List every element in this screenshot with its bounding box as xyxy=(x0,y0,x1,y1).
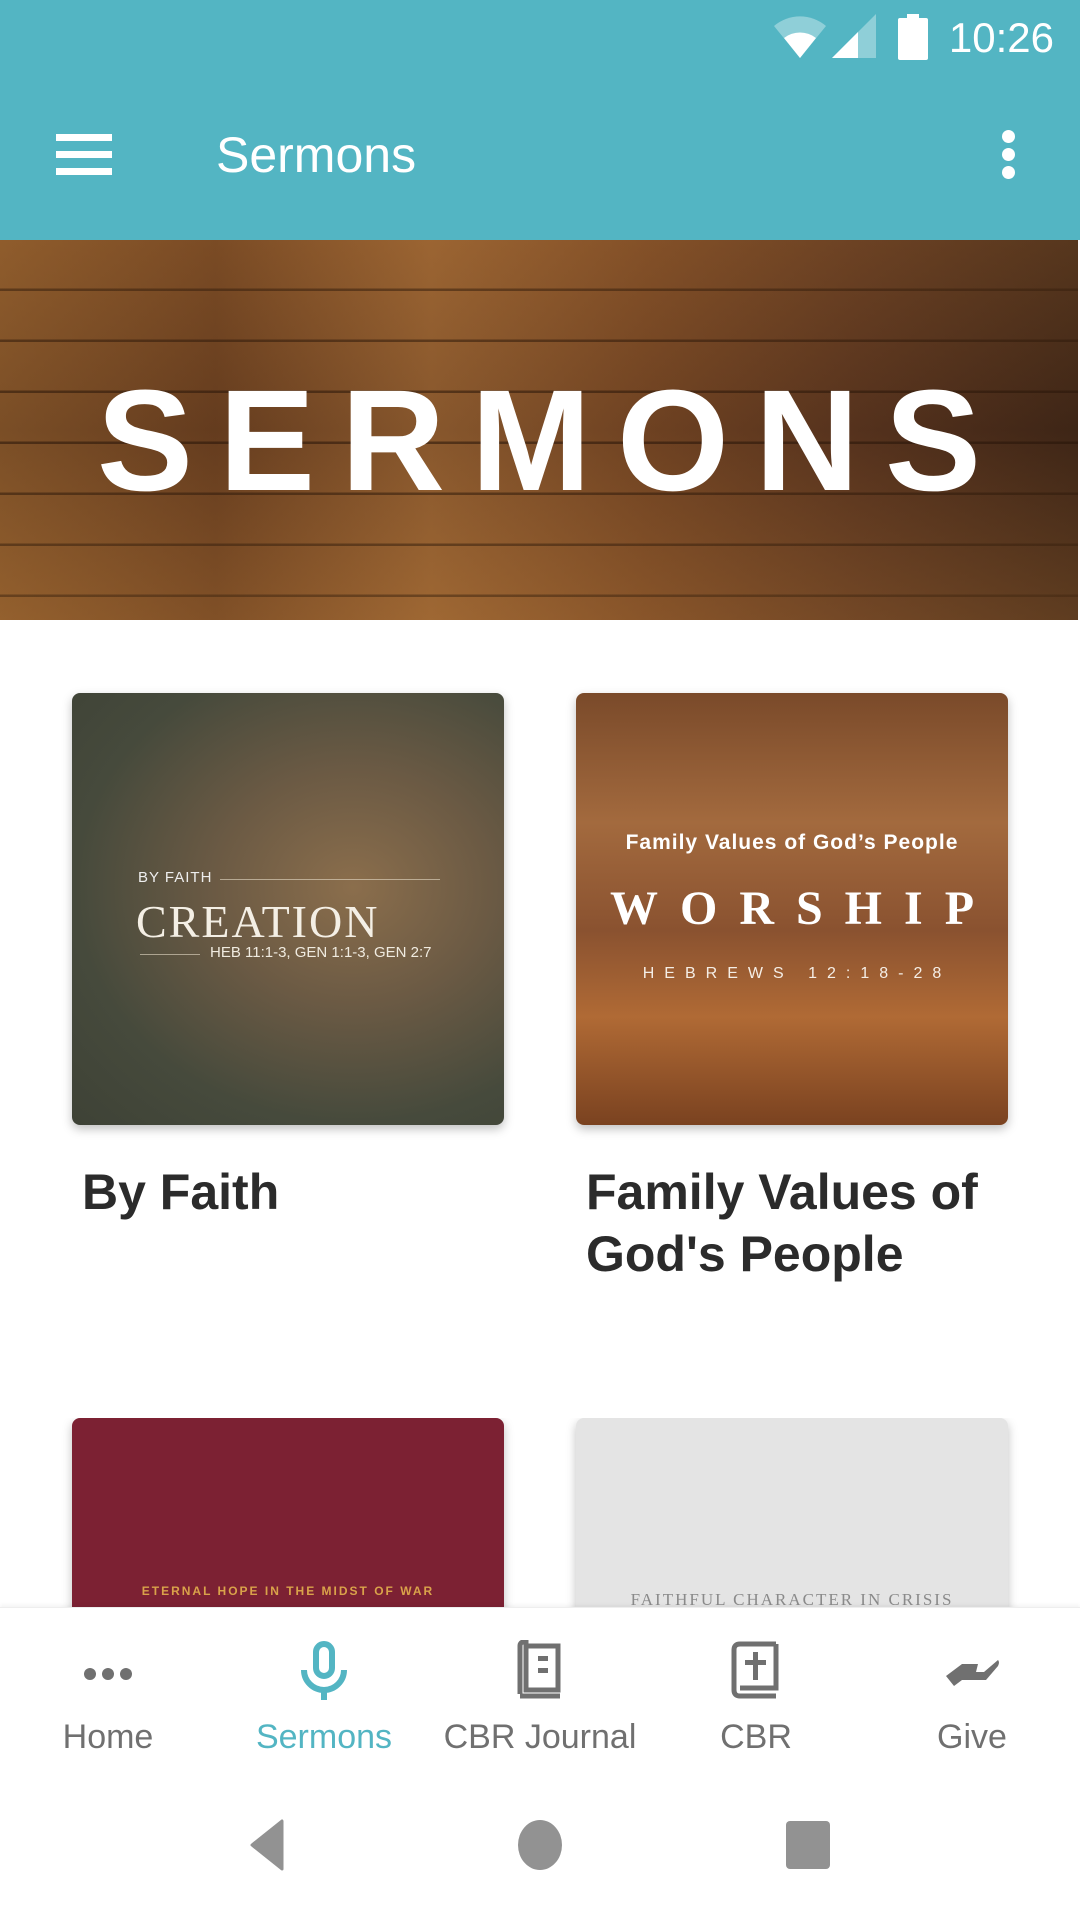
nav-item-cbr-journal[interactable]: CBR Journal xyxy=(432,1608,648,1771)
battery-icon xyxy=(898,14,928,60)
artwork-headline: WORSHIP xyxy=(609,882,997,935)
sermons-banner: SERMONS xyxy=(0,240,1078,620)
series-card-eternal-hope[interactable]: ETERNAL HOPE IN THE MIDST OF WAR xyxy=(72,1418,504,1607)
page-title: Sermons xyxy=(216,127,417,183)
series-artwork: BY FAITH CREATION HEB 11:1-3, GEN 1:1-3,… xyxy=(72,693,504,1125)
artwork-kicker: BY FAITH xyxy=(138,869,213,886)
clock: 10:26 xyxy=(948,14,1054,61)
bottom-navigation: Home Sermons CBR Journal CBR Give xyxy=(0,1607,1080,1771)
nav-label: Home xyxy=(62,1718,154,1756)
nav-item-give[interactable]: Give xyxy=(864,1608,1080,1771)
recents-icon[interactable] xyxy=(778,1815,838,1875)
series-title: By Faith xyxy=(82,1164,280,1220)
artwork-subtitle: ETERNAL HOPE IN THE MIDST OF WAR xyxy=(141,1584,435,1598)
microphone-icon xyxy=(301,1641,347,1700)
back-icon[interactable] xyxy=(238,1815,298,1875)
artwork-reference: HEB 11:1-3, GEN 1:1-3, GEN 2:7 xyxy=(210,944,432,961)
nav-item-cbr[interactable]: CBR xyxy=(648,1608,864,1771)
more-horiz-icon xyxy=(84,1668,132,1680)
series-artwork: ETERNAL HOPE IN THE MIDST OF WAR xyxy=(72,1418,504,1607)
nav-label: CBR xyxy=(720,1718,792,1756)
series-title: Family Values of God's People xyxy=(586,1164,978,1282)
artwork-kicker: Family Values of God’s People xyxy=(625,831,959,854)
nav-item-home[interactable]: Home xyxy=(0,1608,216,1771)
nav-label: CBR Journal xyxy=(443,1718,637,1756)
giving-hand-icon xyxy=(946,1660,999,1686)
app-bar: 10:26 Sermons xyxy=(0,0,1080,240)
series-card-family-values[interactable]: Family Values of God’s People WORSHIP HE… xyxy=(576,693,1008,1285)
series-artwork: FAITHFUL CHARACTER IN CRISIS xyxy=(576,1418,1008,1607)
banner-text: SERMONS xyxy=(96,360,1008,521)
artwork-subtitle: FAITHFUL CHARACTER IN CRISIS xyxy=(630,1590,954,1607)
series-row-2: ETERNAL HOPE IN THE MIDST OF WAR FAITHFU… xyxy=(0,1418,1080,1607)
series-card-by-faith[interactable]: BY FAITH CREATION HEB 11:1-3, GEN 1:1-3,… xyxy=(72,693,504,1223)
home-icon[interactable] xyxy=(510,1815,570,1875)
divider xyxy=(140,954,200,955)
journal-icon xyxy=(517,1640,561,1699)
system-navigation-bar xyxy=(0,1770,1080,1920)
signal-icon xyxy=(832,14,876,58)
status-bar: 10:26 xyxy=(0,0,1080,80)
nav-item-sermons[interactable]: Sermons xyxy=(216,1608,432,1771)
series-artwork: Family Values of God’s People WORSHIP HE… xyxy=(576,693,1008,1125)
artwork-headline: CREATION xyxy=(136,896,380,947)
wifi-icon xyxy=(774,16,826,58)
hamburger-menu-icon[interactable] xyxy=(56,134,112,176)
nav-label: Sermons xyxy=(255,1718,393,1756)
series-card-faithful-character[interactable]: FAITHFUL CHARACTER IN CRISIS xyxy=(576,1418,1008,1607)
more-vert-icon[interactable] xyxy=(998,130,1018,180)
bible-icon xyxy=(731,1641,779,1699)
artwork-reference: HEBREWS 12:18-28 xyxy=(642,965,952,982)
divider xyxy=(220,879,440,880)
nav-label: Give xyxy=(937,1718,1007,1756)
